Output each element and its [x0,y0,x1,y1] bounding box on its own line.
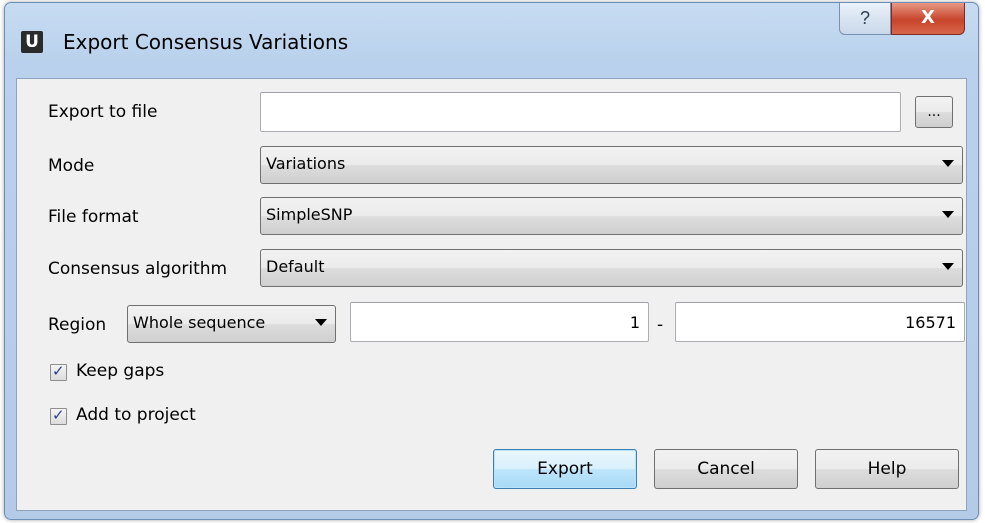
add-to-project-checkbox[interactable]: ✓ [50,406,67,425]
checkmark-icon: ✓ [52,406,65,424]
file-format-selected-value: SimpleSNP [266,205,353,224]
dialog-window: U Export Consensus Variations ? X Export… [4,2,979,520]
question-mark-icon: ? [859,8,870,28]
region-start-input[interactable] [350,302,649,342]
region-range-separator: - [657,315,664,335]
mode-selected-value: Variations [266,154,346,173]
consensus-algorithm-label: Consensus algorithm [48,259,228,279]
mode-label: Mode [48,156,95,176]
browse-button[interactable]: ... [915,96,953,128]
close-window-button[interactable]: X [891,3,965,35]
chevron-down-icon [942,160,954,167]
keep-gaps-label[interactable]: Keep gaps [76,361,164,381]
export-to-file-input[interactable] [260,92,901,132]
window-title: Export Consensus Variations [63,30,349,54]
add-to-project-label[interactable]: Add to project [76,405,196,425]
chevron-down-icon [315,319,327,326]
title-bar[interactable]: U Export Consensus Variations ? X [5,3,978,81]
consensus-algorithm-selected-value: Default [266,257,325,276]
close-icon: X [921,7,935,28]
export-button[interactable]: Export [493,449,637,489]
context-help-button[interactable]: ? [839,3,891,35]
chevron-down-icon [942,211,954,218]
export-to-file-label: Export to file [48,102,158,122]
file-format-label: File format [48,207,139,227]
file-format-select[interactable]: SimpleSNP [260,197,963,235]
consensus-algorithm-select[interactable]: Default [260,249,963,287]
region-select[interactable]: Whole sequence [127,305,336,343]
keep-gaps-checkbox[interactable]: ✓ [50,362,67,381]
region-label: Region [48,315,107,335]
checkmark-icon: ✓ [52,362,65,380]
dialog-body: Export to file ... Mode Variations File … [16,78,967,511]
cancel-button[interactable]: Cancel [654,449,798,489]
app-logo-icon: U [21,31,43,53]
region-end-input[interactable] [675,302,965,342]
help-button[interactable]: Help [815,449,959,489]
mode-select[interactable]: Variations [260,146,963,184]
region-selected-value: Whole sequence [133,313,266,332]
chevron-down-icon [942,263,954,270]
